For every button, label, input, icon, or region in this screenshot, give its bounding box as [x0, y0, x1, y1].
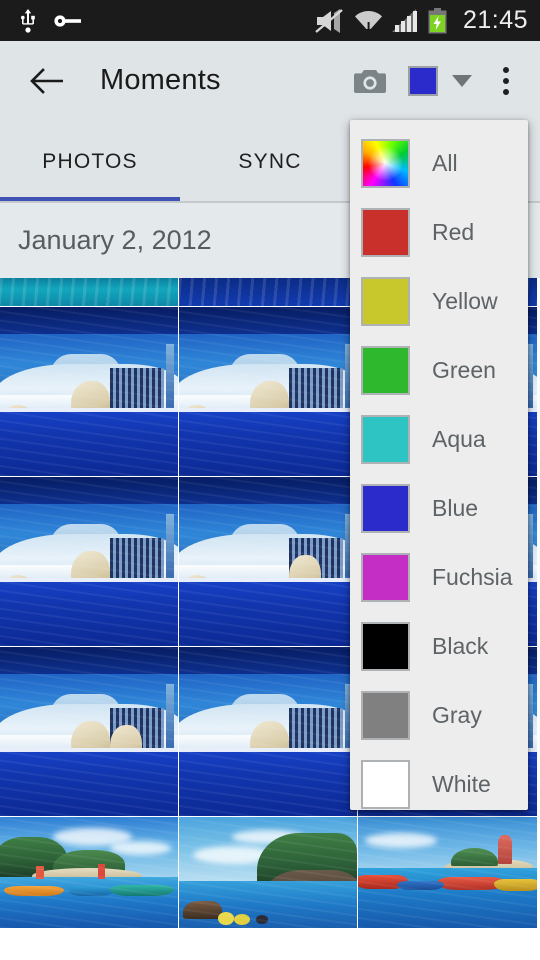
color-menu-item-black[interactable]: Black	[350, 612, 528, 681]
color-menu-label: Green	[432, 357, 496, 383]
color-swatch-green	[361, 346, 410, 395]
battery-charging-icon	[428, 7, 447, 33]
color-menu-item-blue[interactable]: Blue	[350, 474, 528, 543]
color-swatch-fuchsia	[361, 553, 410, 602]
color-menu-item-red[interactable]: Red	[350, 198, 528, 267]
photo-thumbnail[interactable]	[179, 307, 358, 477]
color-menu-label: White	[432, 771, 491, 797]
color-menu-item-yellow[interactable]: Yellow	[350, 267, 528, 336]
photo-image	[179, 307, 357, 476]
photo-image	[179, 817, 357, 928]
signal-icon	[391, 8, 417, 32]
color-swatch-red	[361, 208, 410, 257]
photo-image	[179, 647, 357, 816]
photo-thumbnail[interactable]	[179, 278, 358, 307]
color-swatch-black	[361, 622, 410, 671]
camera-icon	[354, 69, 386, 93]
photo-thumbnail[interactable]	[179, 647, 358, 817]
photo-thumbnail[interactable]	[0, 278, 179, 307]
overflow-dot	[503, 77, 509, 84]
photo-thumbnail[interactable]	[0, 647, 179, 817]
photo-image	[179, 278, 357, 306]
color-menu-label: Fuchsia	[432, 564, 513, 590]
color-menu-label: Yellow	[432, 288, 498, 314]
color-menu-label: Black	[432, 633, 489, 659]
date-label: January 2, 2012	[18, 225, 212, 255]
back-button[interactable]	[26, 60, 68, 102]
wifi-icon	[354, 10, 382, 33]
volume-mute-icon	[315, 8, 343, 33]
tab-sync[interactable]: SYNC	[180, 120, 360, 203]
camera-button[interactable]	[344, 55, 396, 107]
color-menu-label: Blue	[432, 495, 479, 521]
status-bar-right-icons: 21:45	[315, 6, 528, 35]
photo-image	[0, 817, 178, 928]
photo-image	[0, 647, 178, 816]
color-menu-label: Red	[432, 219, 475, 245]
app-bar: Moments	[0, 41, 540, 120]
vpn-key-icon	[54, 14, 81, 27]
tab-photos-label: PHOTOS	[42, 149, 138, 173]
chevron-down-icon	[452, 74, 472, 87]
color-menu-label: Aqua	[432, 426, 486, 452]
app-bar-actions	[344, 55, 526, 107]
photo-thumbnail[interactable]	[179, 477, 358, 647]
photo-thumbnail[interactable]	[0, 477, 179, 647]
color-menu-item-aqua[interactable]: Aqua	[350, 405, 528, 474]
phone-screen: 21:45 Moments PHOTOS SYNC January 2, 201…	[0, 0, 540, 960]
usb-icon	[21, 8, 35, 33]
photo-image	[358, 817, 537, 928]
color-menu-label: All	[432, 150, 458, 176]
current-color-swatch	[408, 65, 438, 96]
photo-thumbnail[interactable]	[0, 817, 179, 929]
photo-image	[0, 307, 178, 476]
overflow-dot	[503, 88, 509, 95]
photo-thumbnail[interactable]	[179, 817, 358, 929]
color-filter-menu: All Red Yellow Green Aqua Blue Fuchsia B…	[350, 120, 528, 810]
overflow-menu-button[interactable]	[486, 55, 526, 107]
color-swatch-white	[361, 760, 410, 809]
color-swatch-aqua	[361, 415, 410, 464]
page-title: Moments	[100, 64, 221, 96]
photo-image	[0, 477, 178, 646]
color-menu-item-green[interactable]: Green	[350, 336, 528, 405]
color-swatch-all	[361, 139, 410, 188]
photo-row	[0, 817, 540, 929]
color-menu-item-all[interactable]: All	[350, 129, 528, 198]
color-menu-label: Gray	[432, 702, 482, 728]
photo-image	[179, 477, 357, 646]
color-filter-selector[interactable]	[404, 62, 476, 100]
photo-thumbnail[interactable]	[0, 307, 179, 477]
color-menu-item-gray[interactable]: Gray	[350, 681, 528, 750]
status-bar-left-icons	[18, 8, 82, 33]
color-swatch-gray	[361, 691, 410, 740]
tab-sync-label: SYNC	[238, 149, 302, 173]
photo-thumbnail[interactable]	[358, 817, 537, 929]
status-bar-clock: 21:45	[462, 6, 528, 34]
color-swatch-blue	[361, 484, 410, 533]
color-menu-item-white[interactable]: White	[350, 750, 528, 810]
photo-image	[0, 278, 178, 306]
overflow-dot	[503, 66, 509, 73]
tab-photos[interactable]: PHOTOS	[0, 120, 180, 203]
status-bar: 21:45	[0, 0, 540, 41]
color-menu-item-fuchsia[interactable]: Fuchsia	[350, 543, 528, 612]
color-swatch-yellow	[361, 277, 410, 326]
arrow-back-icon	[30, 67, 63, 94]
